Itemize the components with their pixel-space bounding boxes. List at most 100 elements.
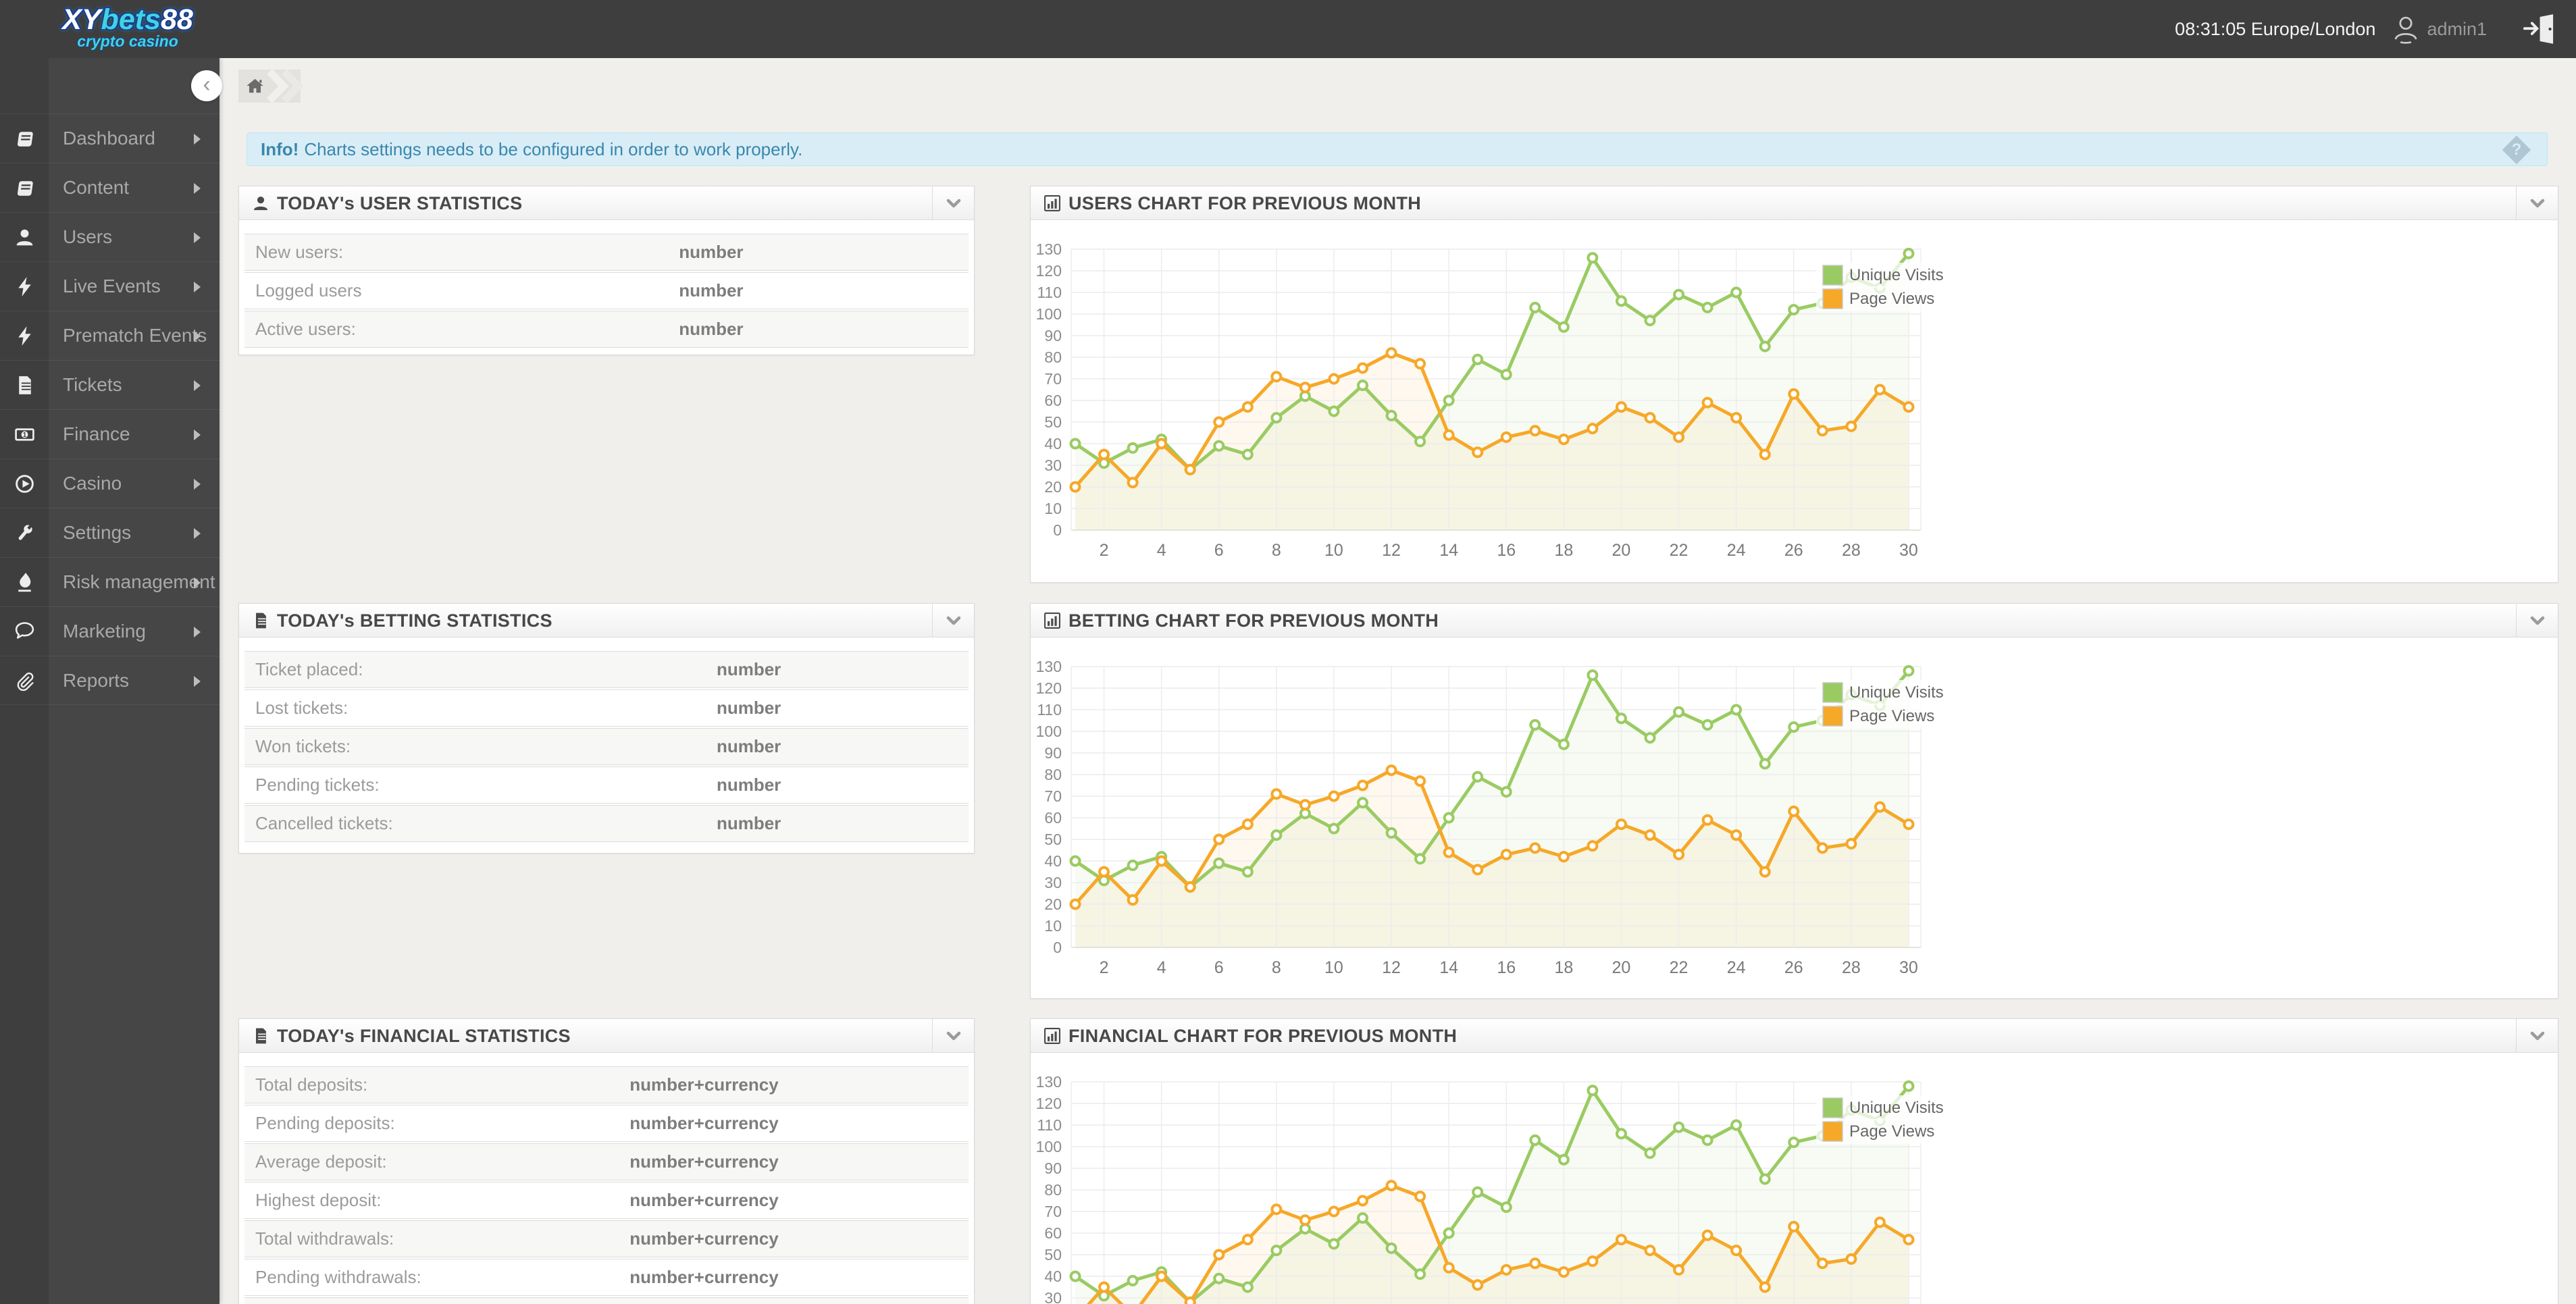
svg-text:10: 10 bbox=[1044, 917, 1062, 935]
breadcrumb-home[interactable] bbox=[238, 70, 304, 103]
panel-collapse-button[interactable] bbox=[2516, 604, 2558, 637]
svg-text:0: 0 bbox=[1053, 521, 1062, 539]
svg-text:2: 2 bbox=[1100, 541, 1109, 560]
home-icon bbox=[247, 78, 263, 93]
user-statistics-table: New users: number Logged users number Active… bbox=[244, 234, 969, 349]
stat-label: Cancelled tickets: bbox=[255, 813, 393, 833]
svg-text:12: 12 bbox=[1382, 541, 1401, 560]
panel-collapse-button[interactable] bbox=[2516, 1019, 2558, 1052]
book-icon bbox=[14, 177, 36, 199]
panel-users-chart: USERS CHART FOR PREVIOUS MONTH 0 10 20 30 40… bbox=[1030, 186, 2558, 583]
panel-collapse-button[interactable] bbox=[2516, 186, 2558, 219]
svg-text:22: 22 bbox=[1670, 541, 1689, 560]
bolt-icon bbox=[14, 276, 36, 298]
table-row: Pending withdrawals: number+currency bbox=[244, 1259, 969, 1296]
panel-collapse-button[interactable] bbox=[932, 186, 974, 219]
panel-collapse-button[interactable] bbox=[932, 604, 974, 637]
users-line-chart: 01020304050607080901001101201302 4 6 8 10 12 1… bbox=[1036, 240, 1944, 560]
sidebar-item-settings[interactable]: Settings bbox=[0, 508, 220, 557]
sidebar-item-finance[interactable]: 1 Finance bbox=[0, 409, 220, 459]
stat-label: Average deposit: bbox=[255, 1151, 387, 1172]
panel-title: TODAY's FINANCIAL STATISTICS bbox=[277, 1026, 571, 1046]
brand-logo[interactable]: XYbets88 crypto casino bbox=[43, 4, 212, 49]
help-icon[interactable]: ? bbox=[2502, 135, 2531, 165]
svg-text:14: 14 bbox=[1439, 541, 1458, 560]
stat-value: number bbox=[679, 280, 744, 301]
bar-chart-icon bbox=[1043, 194, 1062, 213]
legend-item: Page Views bbox=[1816, 1119, 1939, 1144]
svg-text:100: 100 bbox=[1036, 1138, 1062, 1155]
sidebar-item-casino[interactable]: Casino bbox=[0, 459, 220, 508]
sidebar-collapse-button[interactable]: ‹ bbox=[191, 70, 222, 101]
svg-text:18: 18 bbox=[1554, 958, 1573, 977]
svg-text:30: 30 bbox=[1044, 1289, 1062, 1304]
sidebar-item-marketing[interactable]: Marketing bbox=[0, 606, 220, 656]
sidebar-item-label: Finance bbox=[63, 423, 130, 444]
sidebar-item-live-events[interactable]: Live Events bbox=[0, 261, 220, 311]
stat-label: Lost tickets: bbox=[255, 698, 349, 718]
user-avatar-icon[interactable] bbox=[2390, 14, 2421, 45]
svg-text:130: 130 bbox=[1036, 1073, 1062, 1091]
svg-text:110: 110 bbox=[1037, 284, 1062, 301]
table-row: Won tickets: number bbox=[244, 728, 969, 765]
wrench-icon bbox=[14, 522, 36, 544]
sidebar-item-risk-management[interactable]: Risk management bbox=[0, 557, 220, 606]
betting-statistics-table: Ticket placed: number Lost tickets: number W… bbox=[244, 651, 969, 843]
svg-text:2: 2 bbox=[1100, 958, 1109, 977]
table-row: Average deposit: number+currency bbox=[244, 1143, 969, 1180]
logged-in-username[interactable]: admin1 bbox=[2427, 19, 2487, 40]
paperclip-icon bbox=[14, 670, 36, 692]
svg-text:90: 90 bbox=[1044, 1159, 1062, 1177]
chevron-right-icon bbox=[194, 331, 201, 342]
chevron-right-icon bbox=[194, 429, 201, 440]
svg-text:Page Views: Page Views bbox=[1849, 707, 1934, 725]
svg-text:30: 30 bbox=[1044, 457, 1062, 474]
svg-text:40: 40 bbox=[1044, 1268, 1062, 1285]
table-row bbox=[244, 1297, 969, 1304]
sidebar: Dashboard Content Users Live Events Prematch… bbox=[0, 58, 220, 1304]
financial-line-chart: 0102030405060708090100110120130246810121… bbox=[1036, 1073, 1944, 1304]
legend-item: Unique Visits bbox=[1816, 680, 1944, 705]
stat-label: Pending tickets: bbox=[255, 775, 380, 795]
svg-text:14: 14 bbox=[1439, 958, 1458, 977]
sidebar-item-prematch-events[interactable]: Prematch Events bbox=[0, 311, 220, 360]
legend-item: Unique Visits bbox=[1816, 263, 1944, 288]
table-row: Ticket placed: number bbox=[244, 651, 969, 688]
svg-text:28: 28 bbox=[1842, 541, 1861, 560]
legend-item: Unique Visits bbox=[1816, 1095, 1944, 1120]
stat-label: New users: bbox=[255, 242, 344, 262]
svg-text:18: 18 bbox=[1554, 541, 1573, 560]
sidebar-item-dashboard[interactable]: Dashboard bbox=[0, 113, 220, 163]
betting-line-chart: 01020304050607080901001101201302 4 6 8 10 12 1… bbox=[1036, 658, 1944, 977]
stat-value: number+currency bbox=[629, 1151, 779, 1172]
panel-title: BETTING CHART FOR PREVIOUS MONTH bbox=[1068, 610, 1439, 631]
sidebar-item-content[interactable]: Content bbox=[0, 163, 220, 212]
panel-betting-chart: BETTING CHART FOR PREVIOUS MONTH 0 10 20 30… bbox=[1030, 603, 2558, 999]
svg-text:100: 100 bbox=[1036, 723, 1062, 740]
table-row: Pending deposits: number+currency bbox=[244, 1105, 969, 1142]
sidebar-item-label: Reports bbox=[63, 670, 130, 691]
panel-collapse-button[interactable] bbox=[932, 1019, 974, 1052]
svg-text:40: 40 bbox=[1044, 435, 1062, 452]
stat-label: Ticket placed: bbox=[255, 659, 363, 679]
stat-value: number bbox=[716, 813, 781, 833]
table-row: Total deposits: number+currency bbox=[244, 1066, 969, 1103]
svg-text:Page Views: Page Views bbox=[1849, 1122, 1934, 1141]
panel-header: TODAY's BETTING STATISTICS bbox=[239, 604, 974, 637]
sidebar-item-label: Marketing bbox=[63, 621, 146, 642]
stat-value: number+currency bbox=[629, 1190, 779, 1210]
chevron-right-icon bbox=[194, 676, 201, 687]
alert-message: Charts settings needs to be configured i… bbox=[304, 139, 803, 159]
clock-timezone: 08:31:05 Europe/London bbox=[2175, 18, 2376, 39]
svg-text:Page Views: Page Views bbox=[1849, 290, 1934, 308]
svg-text:8: 8 bbox=[1272, 541, 1281, 560]
sidebar-item-label: Tickets bbox=[63, 374, 122, 395]
sidebar-item-reports[interactable]: Reports bbox=[0, 656, 220, 705]
sidebar-item-tickets[interactable]: Tickets bbox=[0, 360, 220, 409]
sidebar-item-users[interactable]: Users bbox=[0, 212, 220, 261]
svg-text:120: 120 bbox=[1036, 262, 1062, 280]
sidebar-item-label: Content bbox=[63, 177, 130, 198]
sidebar-item-label: Casino bbox=[63, 473, 122, 494]
logout-door-icon[interactable] bbox=[2522, 12, 2556, 46]
sidebar-menu: Dashboard Content Users Live Events Prematch… bbox=[0, 113, 220, 705]
